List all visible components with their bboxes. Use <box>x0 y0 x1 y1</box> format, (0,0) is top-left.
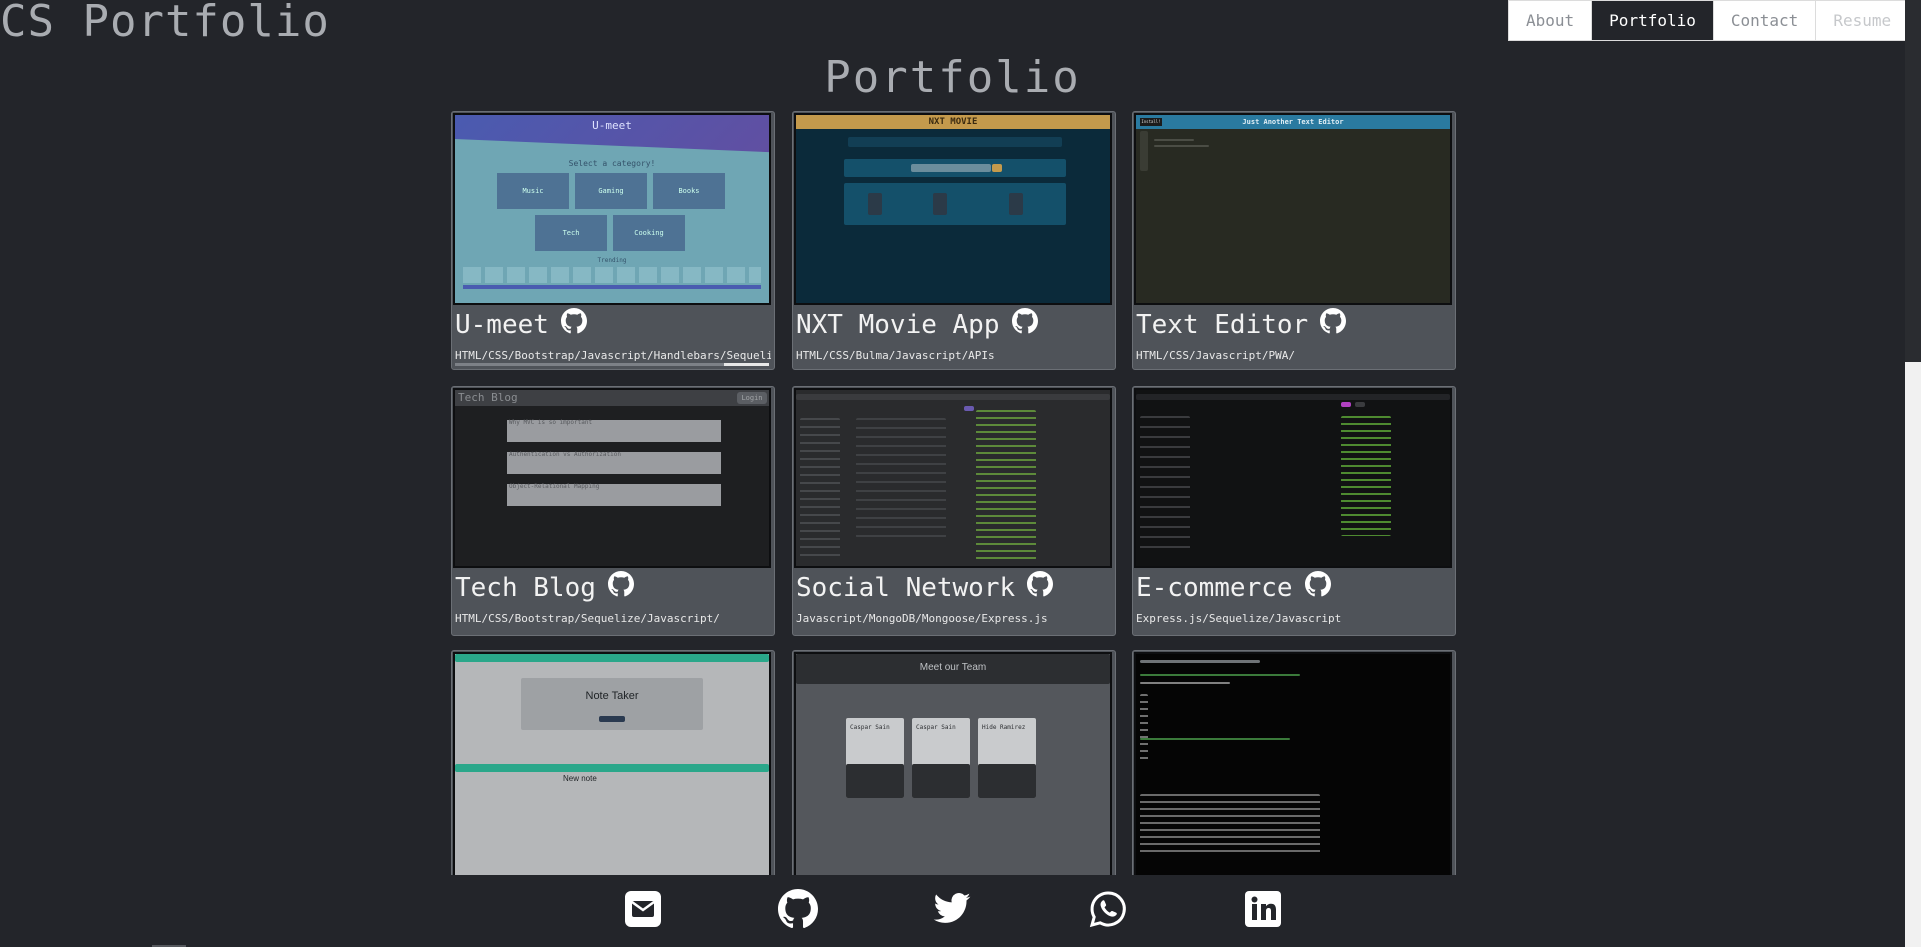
page-scrollbar[interactable] <box>1905 0 1921 947</box>
email-icon[interactable] <box>623 889 663 929</box>
project-card-team-profile[interactable]: Meet our Team Caspar Sain Caspar Sain Hi… <box>792 650 1116 892</box>
thumb-team-card: Hide Ramirez <box>982 724 1026 731</box>
nav-resume[interactable]: Resume <box>1816 1 1908 40</box>
project-title: NXT Movie App <box>796 308 1038 341</box>
project-card-umeet[interactable]: U-meet Select a category! Music Gaming B… <box>451 111 775 370</box>
project-tech: HTML/CSS/Javascript/PWA/ <box>1136 349 1295 362</box>
github-icon[interactable] <box>1304 571 1331 604</box>
github-icon[interactable] <box>560 308 587 341</box>
thumb-header: U-meet <box>592 119 632 132</box>
thumb-note-title: New note <box>563 774 597 783</box>
project-card-social-network[interactable]: Social Network Javascript/MongoDB/Mongoo… <box>792 386 1116 636</box>
project-screenshot[interactable]: Note Taker New note <box>453 652 771 891</box>
linkedin-icon[interactable] <box>1243 889 1283 929</box>
project-screenshot[interactable]: Just Another Text Editor Install! <box>1134 113 1452 305</box>
thumb-login: Login <box>737 392 767 404</box>
project-card-terminal[interactable] <box>1132 650 1456 892</box>
project-title-text: Social Network <box>796 572 1016 603</box>
project-title-text: NXT Movie App <box>796 309 1000 340</box>
thumb-post-title: Why MVC is so important <box>509 419 593 426</box>
github-icon[interactable] <box>607 571 634 604</box>
thumb-category: Gaming <box>575 173 647 209</box>
thumb-select-text: Select a category! <box>568 159 656 168</box>
nav-about[interactable]: About <box>1509 1 1593 40</box>
main-nav: About Portfolio Contact Resume <box>1508 0 1910 41</box>
project-screenshot[interactable] <box>1134 652 1452 891</box>
project-screenshot[interactable]: Tech Blog Login Why MVC is so important … <box>453 388 771 568</box>
project-title: Text Editor <box>1136 308 1347 341</box>
thumb-app-title: Note Taker <box>585 690 639 702</box>
thumb-post-title: Authentication vs Authorization <box>509 451 621 458</box>
footer <box>0 875 1905 947</box>
project-title-text: E-commerce <box>1136 572 1293 603</box>
thumb-header: Meet our Team <box>919 662 987 673</box>
project-screenshot[interactable] <box>794 388 1112 568</box>
thumb-team-card: Caspar Sain <box>850 724 890 731</box>
project-screenshot[interactable] <box>1134 388 1452 568</box>
thumb-tag-row <box>463 267 761 283</box>
project-tech: Javascript/MongoDB/Mongoose/Express.js <box>796 612 1048 625</box>
project-title: E-commerce <box>1136 571 1331 604</box>
page-title: Portfolio <box>824 52 1081 103</box>
nav-portfolio[interactable]: Portfolio <box>1592 1 1714 40</box>
github-icon[interactable] <box>778 889 818 929</box>
twitter-icon[interactable] <box>932 889 972 929</box>
project-card-note-taker[interactable]: Note Taker New note <box>451 650 775 892</box>
whatsapp-icon[interactable] <box>1088 889 1128 929</box>
thumb-header: Just Another Text Editor <box>1136 115 1450 129</box>
project-title-text: U-meet <box>455 309 549 340</box>
thumb-header: NXT MOVIE <box>796 115 1110 129</box>
project-tech: HTML/CSS/Bulma/Javascript/APIs <box>796 349 995 362</box>
thumb-category: Cooking <box>613 215 685 251</box>
site-title: CS Portfolio <box>0 0 330 47</box>
thumb-category: Music <box>497 173 569 209</box>
project-tech: HTML/CSS/Bootstrap/Javascript/Handlebars… <box>455 349 771 362</box>
thumb-team-card: Caspar Sain <box>916 724 956 731</box>
thumb-post-title: Object-Relational Mapping <box>509 483 600 490</box>
project-tech: Express.js/Sequelize/Javascript <box>1136 612 1342 625</box>
page-scrollbar-thumb[interactable] <box>1905 362 1921 947</box>
thumb-divider <box>463 285 761 289</box>
github-icon[interactable] <box>1027 571 1054 604</box>
nav-contact[interactable]: Contact <box>1714 1 1817 40</box>
horizontal-scrollbar[interactable] <box>455 363 769 366</box>
project-card-text-editor[interactable]: Just Another Text Editor Install! Text E… <box>1132 111 1456 370</box>
thumb-category: Books <box>653 173 725 209</box>
thumb-footer-text: Trending <box>597 257 627 264</box>
project-card-tech-blog[interactable]: Tech Blog Login Why MVC is so important … <box>451 386 775 636</box>
project-card-ecommerce[interactable]: E-commerce Express.js/Sequelize/Javascri… <box>1132 386 1456 636</box>
project-title: Tech Blog <box>455 571 634 604</box>
project-title-text: Text Editor <box>1136 309 1309 340</box>
project-screenshot[interactable]: U-meet Select a category! Music Gaming B… <box>453 113 771 305</box>
thumb-install-button: Install! <box>1140 118 1162 126</box>
project-title-text: Tech Blog <box>455 572 596 603</box>
thumb-category: Tech <box>535 215 607 251</box>
project-screenshot[interactable]: NXT MOVIE <box>794 113 1112 305</box>
project-title: U-meet <box>455 308 587 341</box>
thumb-header: Tech Blog <box>458 391 518 404</box>
github-icon[interactable] <box>1011 308 1038 341</box>
project-tech: HTML/CSS/Bootstrap/Sequelize/Javascript/ <box>455 612 720 625</box>
project-title: Social Network <box>796 571 1054 604</box>
project-card-nxt-movie[interactable]: NXT MOVIE NXT Movie App HTML/CSS/Bulma/J… <box>792 111 1116 370</box>
github-icon[interactable] <box>1320 308 1347 341</box>
project-screenshot[interactable]: Meet our Team Caspar Sain Caspar Sain Hi… <box>794 652 1112 891</box>
